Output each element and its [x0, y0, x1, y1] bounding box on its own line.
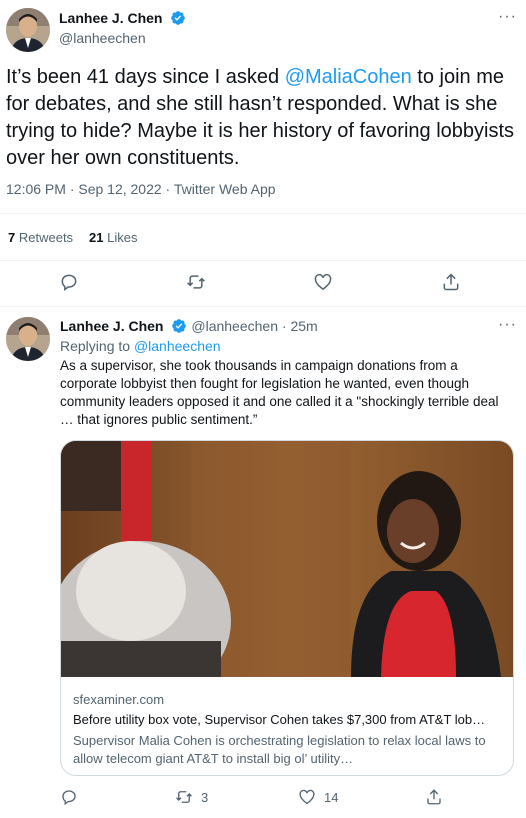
tweet-timestamp[interactable]: 12:06 PM · Sep 12, 2022 · Twitter Web Ap…	[6, 181, 276, 197]
link-preview-card[interactable]: sfexaminer.com Before utility box vote, …	[60, 440, 514, 776]
reply-retweet-count: 3	[201, 789, 209, 805]
tweet-text: It’s been 41 days since I asked @MaliaCo…	[6, 64, 520, 172]
reply-text: As a supervisor, she took thousands in c…	[60, 358, 499, 427]
heart-icon	[299, 789, 315, 805]
like-button[interactable]	[313, 272, 333, 297]
card-description: Supervisor Malia Cohen is orchestrating …	[73, 733, 486, 766]
replying-to-prefix: Replying to	[60, 338, 134, 354]
reply-reply-button[interactable]	[60, 788, 78, 806]
more-options-icon[interactable]: ···	[498, 8, 517, 26]
reply-like-button[interactable]: 14	[298, 788, 338, 806]
replying-to-link[interactable]: @lanheechen	[134, 338, 221, 354]
verified-icon	[171, 318, 187, 339]
share-button[interactable]	[441, 272, 461, 297]
divider	[0, 260, 526, 261]
retweets-count: 7	[8, 230, 16, 245]
retweet-icon	[176, 791, 192, 803]
author-avatar[interactable]	[6, 8, 50, 52]
reply-like-count: 14	[324, 789, 339, 805]
reply-author-handle[interactable]: @lanheechen	[191, 318, 278, 334]
retweets-label: Retweets	[18, 230, 74, 245]
retweet-button[interactable]	[186, 272, 206, 297]
retweet-icon	[187, 275, 205, 289]
likes-count: 21	[89, 230, 104, 245]
retweets-stat[interactable]: 7 Retweets	[8, 230, 73, 245]
card-domain: sfexaminer.com	[73, 692, 165, 707]
mention-link[interactable]: @MaliaCohen	[285, 66, 412, 88]
author-name-row[interactable]: Lanhee J. Chen	[59, 10, 186, 31]
card-image	[61, 441, 513, 677]
reply-button[interactable]	[59, 272, 79, 297]
reply-time[interactable]: · 25m	[278, 318, 318, 334]
replying-to-line: Replying to @lanheechen	[60, 338, 221, 354]
verified-icon	[170, 10, 186, 31]
reply-icon	[61, 274, 77, 291]
share-icon	[427, 789, 441, 805]
reply-author-avatar[interactable]	[6, 317, 50, 361]
author-handle[interactable]: @lanheechen	[59, 30, 146, 46]
likes-label: Likes	[107, 230, 138, 245]
share-icon	[443, 273, 459, 291]
reply-share-button[interactable]	[425, 788, 443, 806]
reply-more-options-icon[interactable]: ···	[498, 316, 517, 334]
card-title: Before utility box vote, Supervisor Cohe…	[73, 712, 486, 727]
reply-author-name[interactable]: Lanhee J. Chen	[60, 318, 163, 334]
author-name[interactable]: Lanhee J. Chen	[59, 10, 162, 26]
tweet-text-part: It’s been 41 days since I asked	[6, 66, 285, 88]
divider	[0, 213, 526, 214]
reply-retweet-button[interactable]: 3	[175, 788, 208, 806]
reply-author-row: Lanhee J. Chen @lanheechen · 25m	[60, 318, 318, 339]
likes-stat[interactable]: 21 Likes	[89, 230, 137, 245]
divider	[0, 306, 526, 307]
heart-icon	[314, 273, 332, 290]
reply-icon	[62, 790, 76, 806]
